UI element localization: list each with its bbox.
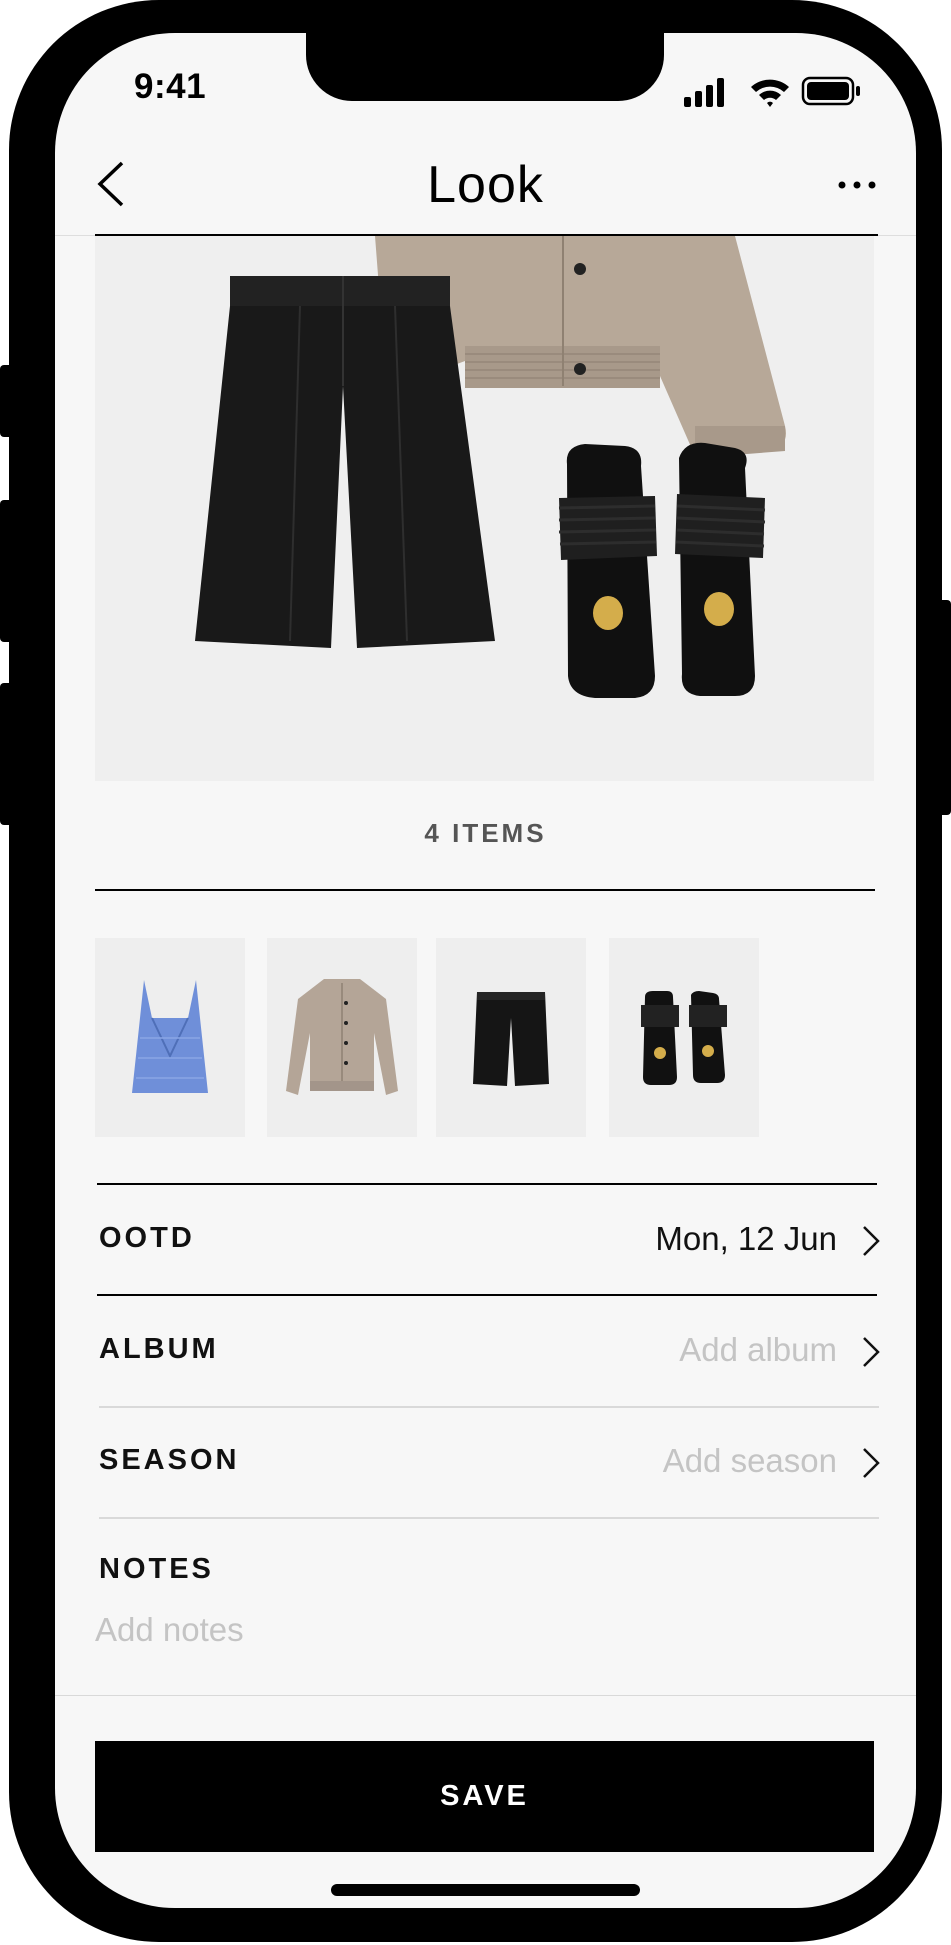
item-thumbnail-jacket[interactable] [267, 938, 417, 1137]
item-thumbnail-shorts[interactable] [436, 938, 586, 1137]
album-placeholder: Add album [679, 1331, 837, 1368]
chevron-right-icon [863, 1448, 880, 1478]
ootd-divider [97, 1294, 877, 1296]
page-title: Look [427, 156, 544, 214]
outfit-collage-illustration [195, 236, 786, 698]
more-options-button[interactable] [833, 173, 881, 197]
item-thumbnail-sandals[interactable] [609, 938, 759, 1137]
phone-frame: 9:41 Look 4 ITEMS OOTD Mon, 12 Jun ALBUM… [9, 0, 942, 1942]
shorts-icon [473, 991, 549, 1086]
camisole-icon [132, 979, 208, 1093]
season-divider [99, 1517, 879, 1519]
ellipsis-icon [838, 181, 876, 189]
notes-label: NOTES [99, 1553, 214, 1585]
shorts-illustration [195, 276, 495, 648]
footer-divider [55, 1695, 916, 1696]
sandals-illustration [558, 442, 766, 698]
season-placeholder: Add season [662, 1442, 837, 1479]
home-indicator[interactable] [331, 1884, 640, 1896]
chevron-right-icon [863, 1337, 880, 1367]
items-count-label: 4 ITEMS [424, 818, 547, 848]
jacket-icon [286, 978, 398, 1095]
notch [306, 33, 664, 101]
season-row[interactable]: SEASON Add season [97, 1408, 887, 1516]
item-thumbnail-top[interactable] [95, 938, 245, 1137]
wifi-icon [751, 79, 789, 107]
signal-wifi-battery-icons [684, 76, 860, 107]
status-icons [684, 73, 864, 113]
season-label: SEASON [99, 1444, 240, 1476]
ootd-row[interactable]: OOTD Mon, 12 Jun [97, 1186, 887, 1294]
notes-input[interactable]: Add notes [95, 1611, 875, 1661]
screen: 9:41 Look 4 ITEMS OOTD Mon, 12 Jun ALBUM… [55, 33, 916, 1908]
battery-icon [801, 76, 860, 106]
album-row[interactable]: ALBUM Add album [97, 1297, 887, 1405]
thumbnails-divider [97, 1183, 877, 1185]
ootd-label: OOTD [99, 1222, 195, 1254]
album-label: ALBUM [99, 1333, 219, 1365]
save-button[interactable]: SAVE [95, 1741, 874, 1852]
chevron-right-icon [863, 1226, 880, 1256]
sandals-icon [641, 990, 727, 1085]
nav-bar: Look [55, 133, 916, 233]
ootd-date-value: Mon, 12 Jun [655, 1220, 837, 1257]
outfit-collage-image [95, 236, 874, 781]
items-divider [95, 889, 875, 891]
status-time: 9:41 [134, 67, 207, 106]
cellular-signal-icon [684, 78, 724, 107]
